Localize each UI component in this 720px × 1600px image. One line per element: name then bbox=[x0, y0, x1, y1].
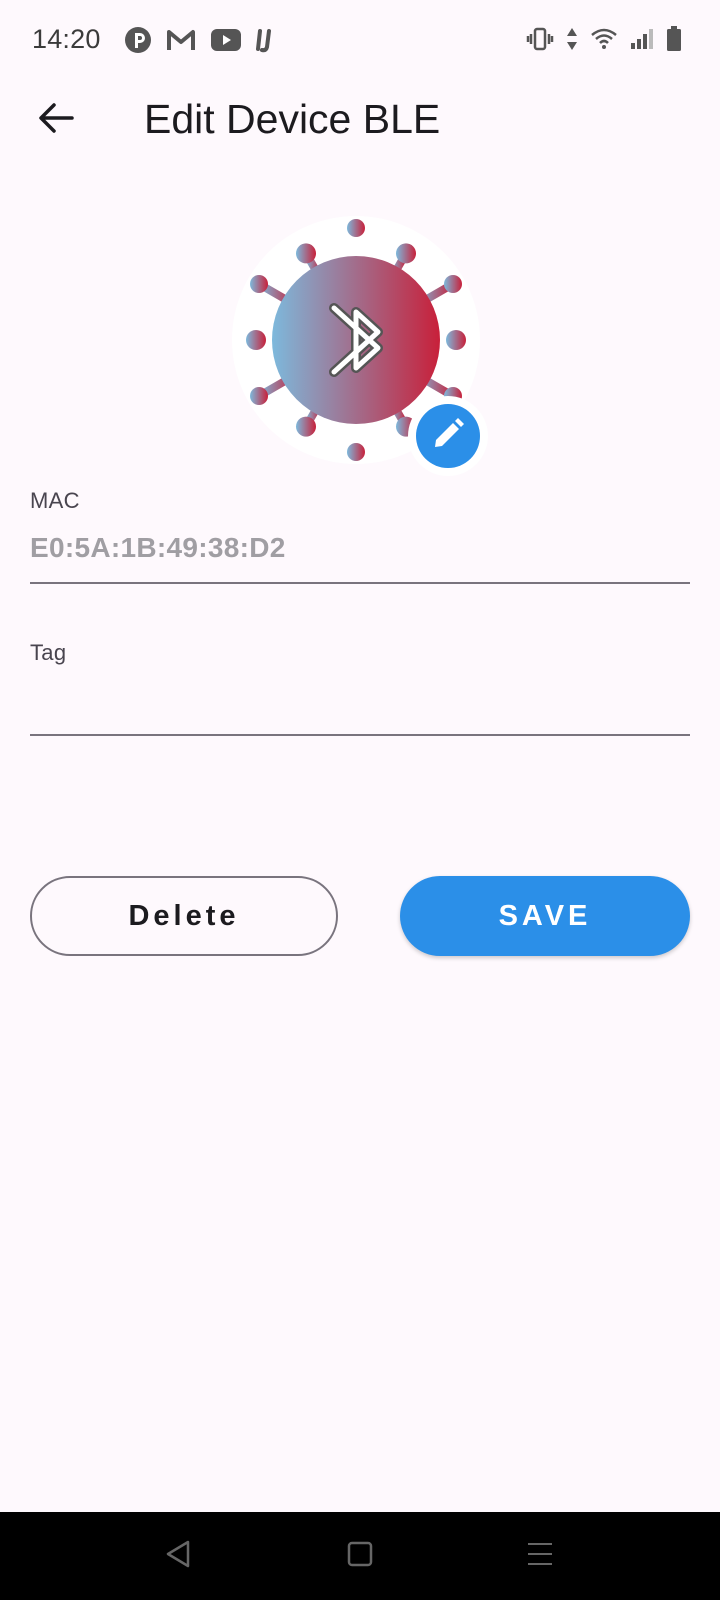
nav-home-button[interactable] bbox=[338, 1534, 382, 1578]
delete-button[interactable]: Delete bbox=[30, 876, 338, 956]
virus-spike-tip bbox=[446, 330, 466, 350]
mac-value: E0:5A:1B:49:38:D2 bbox=[30, 532, 286, 563]
tag-underline bbox=[30, 734, 690, 736]
virus-spike-tip bbox=[347, 219, 365, 237]
navigation-bar bbox=[0, 1512, 720, 1600]
nav-back-icon bbox=[164, 1539, 192, 1574]
virus-spike-tip bbox=[347, 443, 365, 461]
status-bar: 14:20 bbox=[0, 0, 720, 80]
nav-back-button[interactable] bbox=[156, 1534, 200, 1578]
virus-spike-tip bbox=[443, 275, 462, 293]
arrow-left-icon bbox=[38, 102, 74, 139]
app-bar: Edit Device BLE bbox=[0, 80, 720, 160]
virus-spike-tip bbox=[296, 243, 316, 264]
signal-icon bbox=[630, 28, 654, 50]
tag-label: Tag bbox=[30, 640, 67, 665]
virus-spike-tip bbox=[246, 330, 266, 350]
mac-underline bbox=[30, 582, 690, 584]
edit-badge-circle bbox=[416, 404, 480, 468]
back-button[interactable] bbox=[24, 92, 88, 148]
pencil-icon bbox=[431, 417, 465, 456]
system-icons bbox=[526, 26, 682, 52]
vibrate-icon bbox=[526, 26, 554, 52]
screen: 14:20 Edit Device BLE MAC E0:5A:1B:49:38… bbox=[0, 0, 720, 1600]
notification-icons bbox=[124, 26, 276, 54]
virus-spike-tip bbox=[250, 387, 269, 405]
virus-spike-tip bbox=[250, 275, 269, 293]
status-time: 14:20 bbox=[32, 24, 101, 54]
pinterest-icon bbox=[124, 26, 152, 54]
data-arrows-icon bbox=[566, 26, 578, 52]
nav-menu-button[interactable] bbox=[518, 1534, 562, 1578]
wifi-icon bbox=[590, 27, 618, 51]
mac-label: MAC bbox=[30, 488, 80, 513]
save-button[interactable]: SAVE bbox=[400, 876, 690, 956]
virus-spike-tip bbox=[296, 416, 316, 437]
nav-menu-icon bbox=[526, 1541, 554, 1572]
mac-field: MAC E0:5A:1B:49:38:D2 bbox=[30, 488, 690, 584]
intellij-icon bbox=[256, 27, 276, 53]
tag-field: Tag bbox=[30, 640, 690, 736]
edit-avatar-button[interactable] bbox=[408, 396, 488, 476]
tag-input[interactable] bbox=[30, 680, 690, 720]
youtube-icon bbox=[210, 28, 242, 52]
gmail-icon bbox=[166, 28, 196, 52]
virus-spike-tip bbox=[396, 243, 416, 264]
page-title: Edit Device BLE bbox=[144, 96, 441, 142]
battery-icon bbox=[666, 26, 682, 52]
nav-home-icon bbox=[346, 1540, 374, 1573]
